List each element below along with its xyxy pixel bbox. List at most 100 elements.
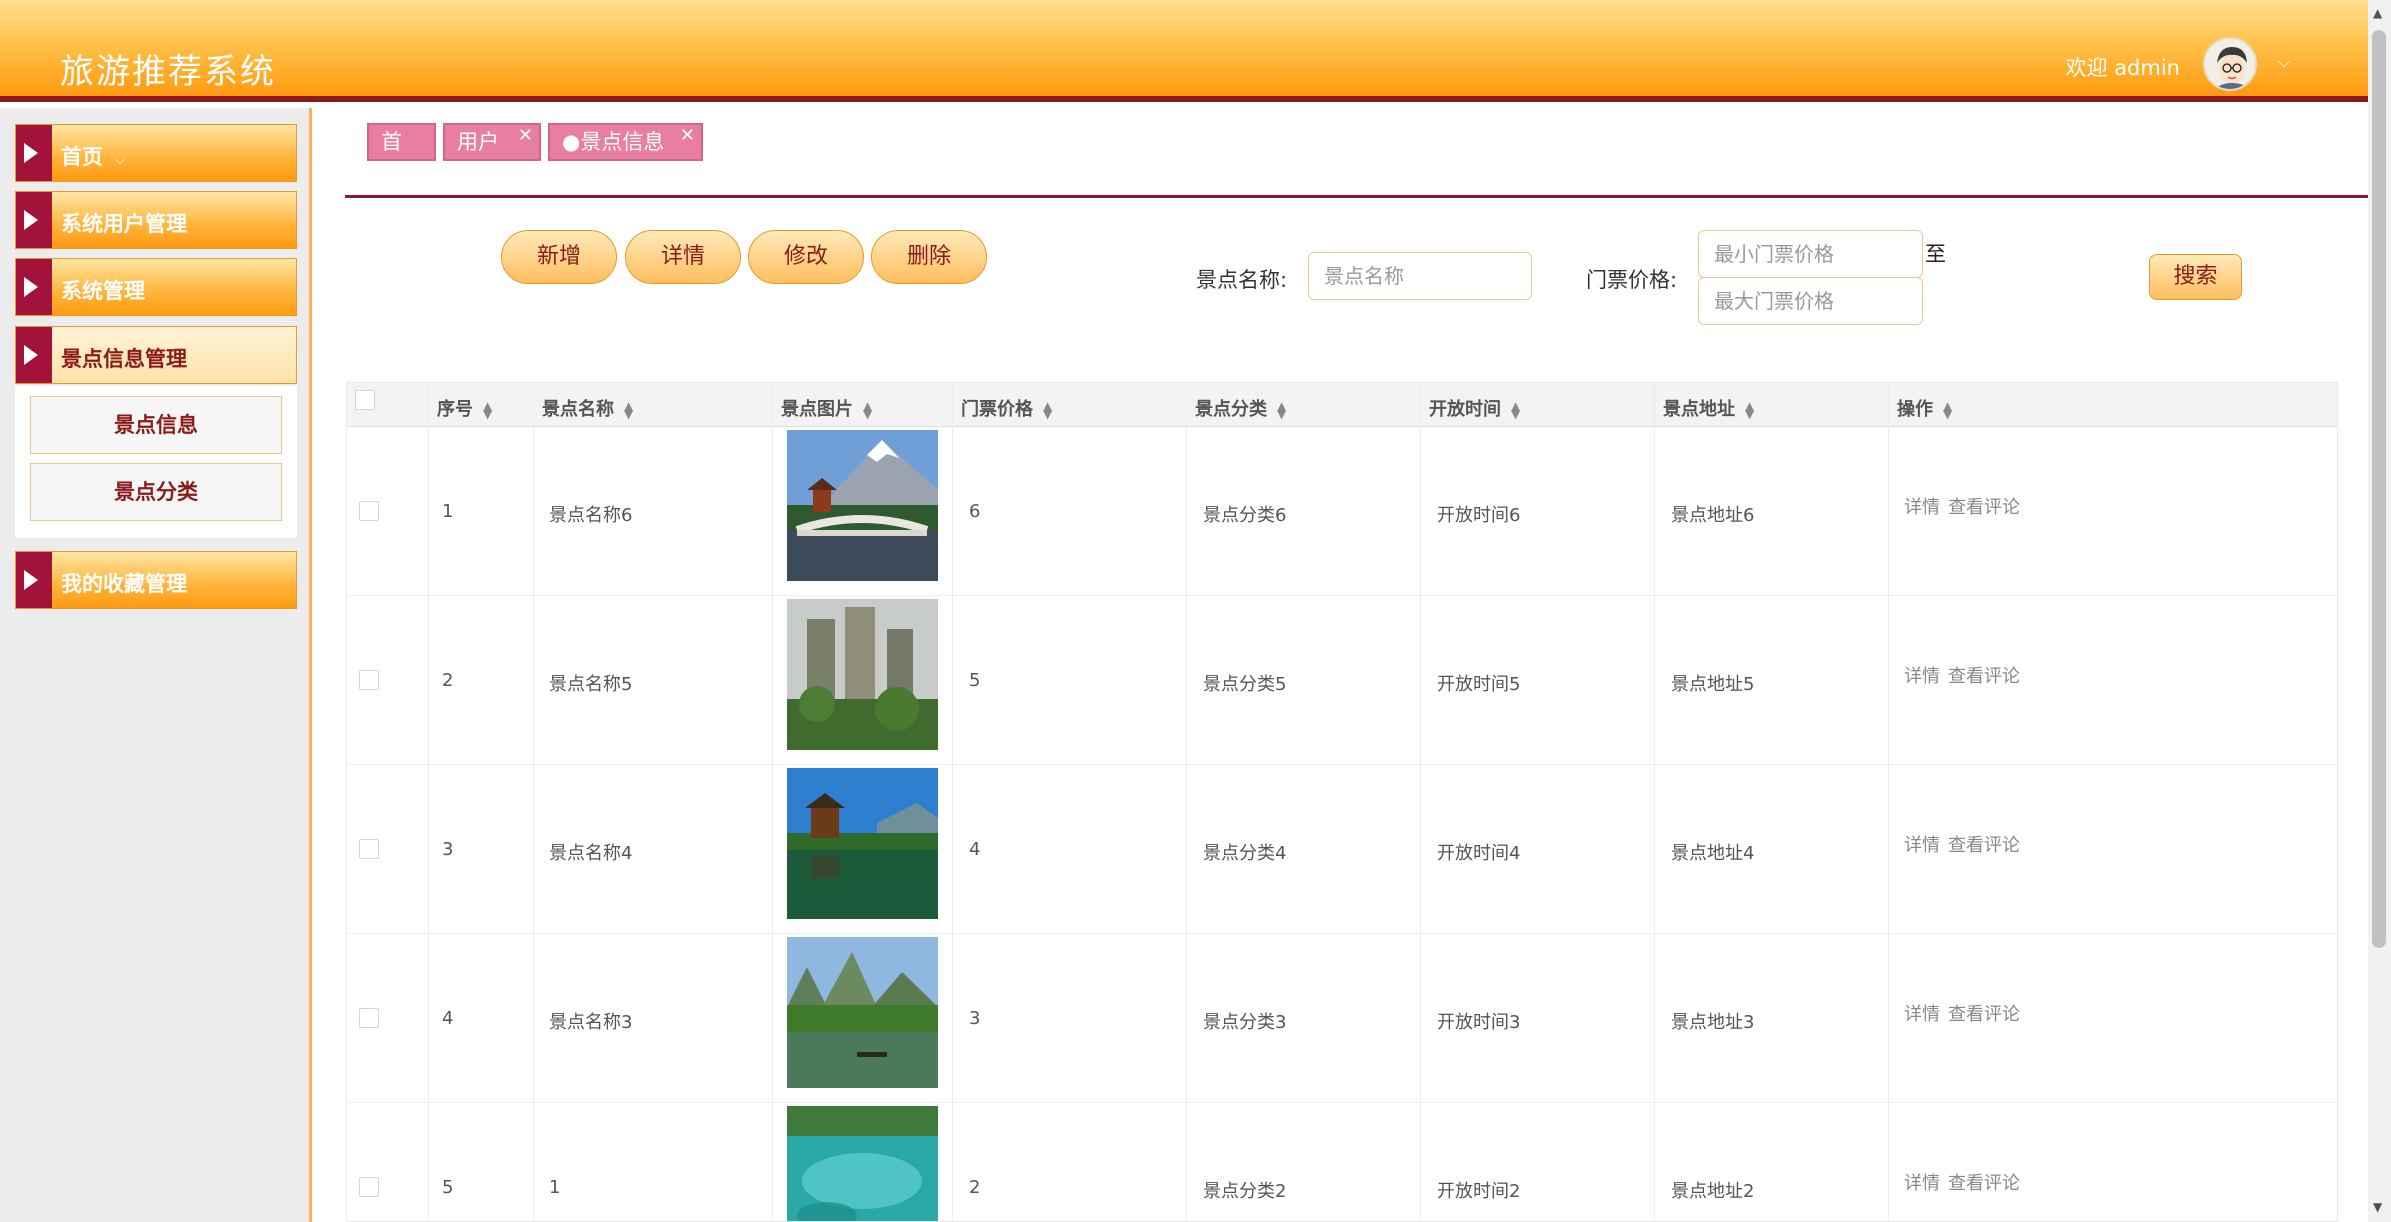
view-comments-link[interactable]: 查看评论 bbox=[1948, 1169, 2020, 1195]
cell-open-time: 开放时间6 bbox=[1437, 505, 1521, 526]
tab-user[interactable]: 用户 ✕ bbox=[443, 123, 541, 161]
search-button[interactable]: 搜索 bbox=[2149, 254, 2242, 300]
column-header-category[interactable]: 景点分类 ▲ ▼ bbox=[1195, 395, 1286, 421]
row-checkbox[interactable] bbox=[359, 839, 379, 859]
cell-category: 景点分类2 bbox=[1203, 1181, 1287, 1202]
table-row[interactable]: 5 1 2 景点分类2 开放时间2 景点地址2 详情 查看评论 bbox=[347, 1103, 2337, 1221]
tab-home[interactable]: 首页 bbox=[367, 123, 436, 188]
cell-price: 4 bbox=[969, 839, 981, 860]
cell-price: 3 bbox=[969, 1008, 981, 1029]
table-row[interactable]: 1 景点名称6 6 景点分类6 开放时间6 景点地址6 详情 查看评论 bbox=[347, 427, 2337, 596]
price-search-label: 门票价格: bbox=[1586, 268, 1678, 292]
cell-price: 6 bbox=[969, 501, 981, 522]
cell-name: 景点名称4 bbox=[549, 843, 633, 864]
cell-price: 5 bbox=[969, 670, 981, 691]
user-avatar-icon bbox=[2205, 39, 2255, 89]
submenu-item-scenic-category[interactable]: 景点分类 bbox=[30, 463, 282, 521]
caret-right-icon bbox=[16, 327, 52, 383]
delete-button[interactable]: 删除 bbox=[871, 230, 987, 284]
submenu-item-scenic-info[interactable]: 景点信息 bbox=[30, 396, 282, 454]
sidebar-item-favorites[interactable]: 我的收藏管理 bbox=[15, 551, 297, 609]
view-comments-link[interactable]: 查看评论 bbox=[1948, 831, 2020, 857]
cell-address: 景点地址6 bbox=[1671, 505, 1755, 526]
sort-icon[interactable]: ▲ ▼ bbox=[1277, 400, 1286, 420]
scenic-image[interactable] bbox=[787, 430, 938, 581]
view-comments-link[interactable]: 查看评论 bbox=[1948, 662, 2020, 688]
scenic-image[interactable] bbox=[787, 768, 938, 919]
table-row[interactable]: 3 景点名称4 4 景点分类4 开放时间4 景点地址4 详情 查看评论 bbox=[347, 765, 2337, 934]
cell-open-time: 开放时间4 bbox=[1437, 843, 1521, 864]
sort-icon[interactable]: ▲ ▼ bbox=[483, 400, 492, 420]
chevron-down-icon[interactable]: ⌵ bbox=[2278, 52, 2290, 72]
submenu: 景点信息 景点分类 bbox=[15, 386, 297, 538]
row-checkbox[interactable] bbox=[359, 501, 379, 521]
row-detail-link[interactable]: 详情 bbox=[1904, 1169, 1940, 1195]
row-detail-link[interactable]: 详情 bbox=[1904, 662, 1940, 688]
cell-name: 1 bbox=[549, 1177, 561, 1198]
sidebar-item-label: 景点信息管理 bbox=[61, 347, 187, 371]
detail-button[interactable]: 详情 bbox=[625, 230, 741, 284]
tab-scenic-info[interactable]: ●景点信息 ✕ bbox=[548, 123, 703, 161]
sidebar-item-label: 首页 bbox=[61, 145, 103, 169]
cell-name: 景点名称3 bbox=[549, 1012, 633, 1033]
select-all-checkbox[interactable] bbox=[355, 390, 375, 410]
scroll-down-icon[interactable]: ▼ bbox=[2373, 1200, 2382, 1214]
cell-no: 3 bbox=[442, 839, 454, 860]
name-search-label: 景点名称: bbox=[1196, 268, 1288, 292]
tab-label: 用户 bbox=[457, 130, 499, 154]
sidebar-item-home[interactable]: 首页 ⌵ bbox=[15, 124, 297, 182]
sidebar-item-system-management[interactable]: 系统管理 bbox=[15, 258, 297, 316]
table-header: 序号 ▲ ▼ 景点名称 ▲ ▼ 景点图片 ▲ ▼ 门票价格 ▲ ▼ 景点分类 ▲ ▼ 开放时间 ▲ ▼ … bbox=[347, 383, 2337, 427]
sidebar-item-system-users[interactable]: 系统用户管理 bbox=[15, 191, 297, 249]
pavilion-lake-image bbox=[787, 768, 938, 919]
column-header-open-time[interactable]: 开放时间 ▲ ▼ bbox=[1429, 395, 1520, 421]
table-row[interactable]: 4 景点名称3 3 景点分类3 开放时间3 景点地址3 详情 查看评论 bbox=[347, 934, 2337, 1103]
sort-icon[interactable]: ▲ ▼ bbox=[1511, 400, 1520, 420]
column-header-image[interactable]: 景点图片 ▲ ▼ bbox=[781, 395, 872, 421]
row-checkbox[interactable] bbox=[359, 1177, 379, 1197]
cell-category: 景点分类5 bbox=[1203, 674, 1287, 695]
scenic-image[interactable] bbox=[787, 1106, 938, 1221]
scroll-up-icon[interactable]: ▲ bbox=[2373, 6, 2382, 20]
table-row[interactable]: 2 景点名称5 5 景点分类5 开放时间5 景点地址5 详情 查看评论 bbox=[347, 596, 2337, 765]
cell-no: 2 bbox=[442, 670, 454, 691]
cell-open-time: 开放时间2 bbox=[1437, 1181, 1521, 1202]
row-detail-link[interactable]: 详情 bbox=[1904, 493, 1940, 519]
sort-icon[interactable]: ▲ ▼ bbox=[624, 400, 633, 420]
cell-address: 景点地址5 bbox=[1671, 674, 1755, 695]
column-header-name[interactable]: 景点名称 ▲ ▼ bbox=[542, 395, 633, 421]
row-detail-link[interactable]: 详情 bbox=[1904, 1000, 1940, 1026]
column-header-address[interactable]: 景点地址 ▲ ▼ bbox=[1663, 395, 1754, 421]
view-comments-link[interactable]: 查看评论 bbox=[1948, 493, 2020, 519]
column-header-actions[interactable]: 操作 ▲ ▼ bbox=[1897, 395, 1952, 421]
cell-no: 4 bbox=[442, 1008, 454, 1029]
scenic-image[interactable] bbox=[787, 599, 938, 750]
vertical-scrollbar[interactable]: ▲ ▼ bbox=[2368, 0, 2391, 1222]
app-title: 旅游推荐系统 bbox=[60, 52, 276, 92]
row-detail-link[interactable]: 详情 bbox=[1904, 831, 1940, 857]
sidebar-item-scenic-management[interactable]: 景点信息管理 bbox=[15, 326, 297, 384]
cell-address: 景点地址2 bbox=[1671, 1181, 1755, 1202]
close-icon[interactable]: ✕ bbox=[680, 119, 695, 153]
sort-icon[interactable]: ▲ ▼ bbox=[1745, 400, 1754, 420]
cell-name: 景点名称5 bbox=[549, 674, 633, 695]
max-price-input[interactable]: 最大门票价格 bbox=[1698, 277, 1923, 325]
close-icon[interactable]: ✕ bbox=[518, 119, 533, 153]
column-header-price[interactable]: 门票价格 ▲ ▼ bbox=[961, 395, 1052, 421]
scenic-image[interactable] bbox=[787, 937, 938, 1088]
column-header-no[interactable]: 序号 ▲ ▼ bbox=[437, 395, 492, 421]
row-checkbox[interactable] bbox=[359, 670, 379, 690]
sort-icon[interactable]: ▲ ▼ bbox=[1043, 400, 1052, 420]
name-search-input[interactable]: 景点名称 bbox=[1308, 252, 1532, 300]
avatar[interactable] bbox=[2203, 37, 2257, 91]
min-price-input[interactable]: 最小门票价格 bbox=[1698, 230, 1923, 278]
row-checkbox[interactable] bbox=[359, 1008, 379, 1028]
sort-icon[interactable]: ▲ ▼ bbox=[1943, 400, 1952, 420]
cell-address: 景点地址3 bbox=[1671, 1012, 1755, 1033]
sort-icon[interactable]: ▲ ▼ bbox=[863, 400, 872, 420]
add-button[interactable]: 新增 bbox=[501, 230, 617, 284]
view-comments-link[interactable]: 查看评论 bbox=[1948, 1000, 2020, 1026]
edit-button[interactable]: 修改 bbox=[748, 230, 864, 284]
chevron-down-icon: ⌵ bbox=[115, 153, 125, 168]
scrollbar-thumb[interactable] bbox=[2372, 30, 2386, 948]
